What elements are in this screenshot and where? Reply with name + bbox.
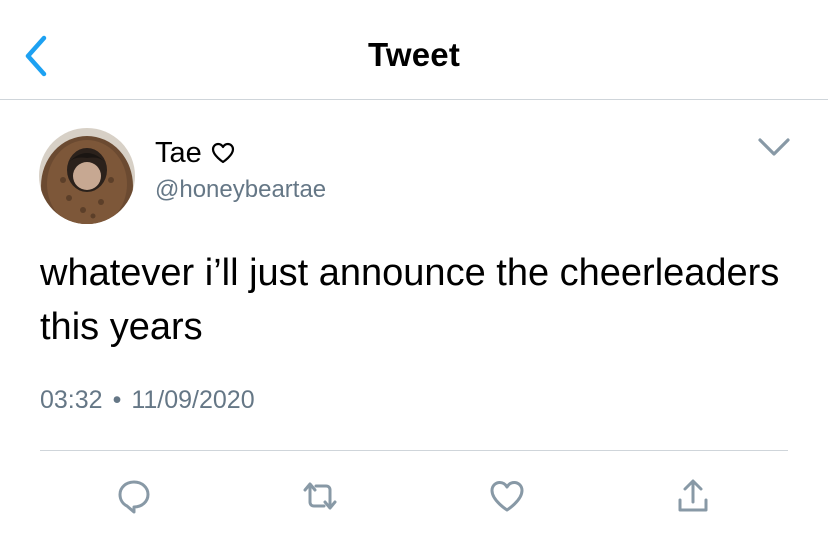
like-icon xyxy=(490,481,524,512)
divider xyxy=(40,450,788,451)
like-button[interactable] xyxy=(487,476,527,516)
retweet-button[interactable] xyxy=(300,476,340,516)
author-name: Tae xyxy=(155,136,202,169)
tweet-date: 11/09/2020 xyxy=(131,386,255,414)
white-heart-icon xyxy=(211,142,234,164)
share-button[interactable] xyxy=(673,476,713,516)
share-icon xyxy=(678,479,708,512)
avatar[interactable] xyxy=(39,128,135,224)
meta-separator: • xyxy=(112,386,122,414)
navigation-header: Tweet xyxy=(0,0,828,100)
tweet-detail-screen: Tweet Tae @honeybeartae whatever i’ll ju… xyxy=(0,0,828,536)
more-options-button[interactable] xyxy=(752,130,796,166)
reply-button[interactable] xyxy=(114,476,154,516)
tweet-time: 03:32 xyxy=(40,386,103,414)
author-name-row[interactable]: Tae xyxy=(155,136,236,170)
retweet-icon xyxy=(303,482,337,510)
reply-icon xyxy=(118,480,150,514)
author-handle[interactable]: @honeybeartae xyxy=(155,176,326,204)
chevron-down-icon xyxy=(758,138,790,156)
page-title: Tweet xyxy=(367,36,461,73)
avatar-photo xyxy=(39,128,135,224)
tweet-timestamp: 03:32 • 11/09/2020 xyxy=(40,386,255,415)
tweet-text: whatever i’ll just announce the cheerlea… xyxy=(40,252,780,348)
